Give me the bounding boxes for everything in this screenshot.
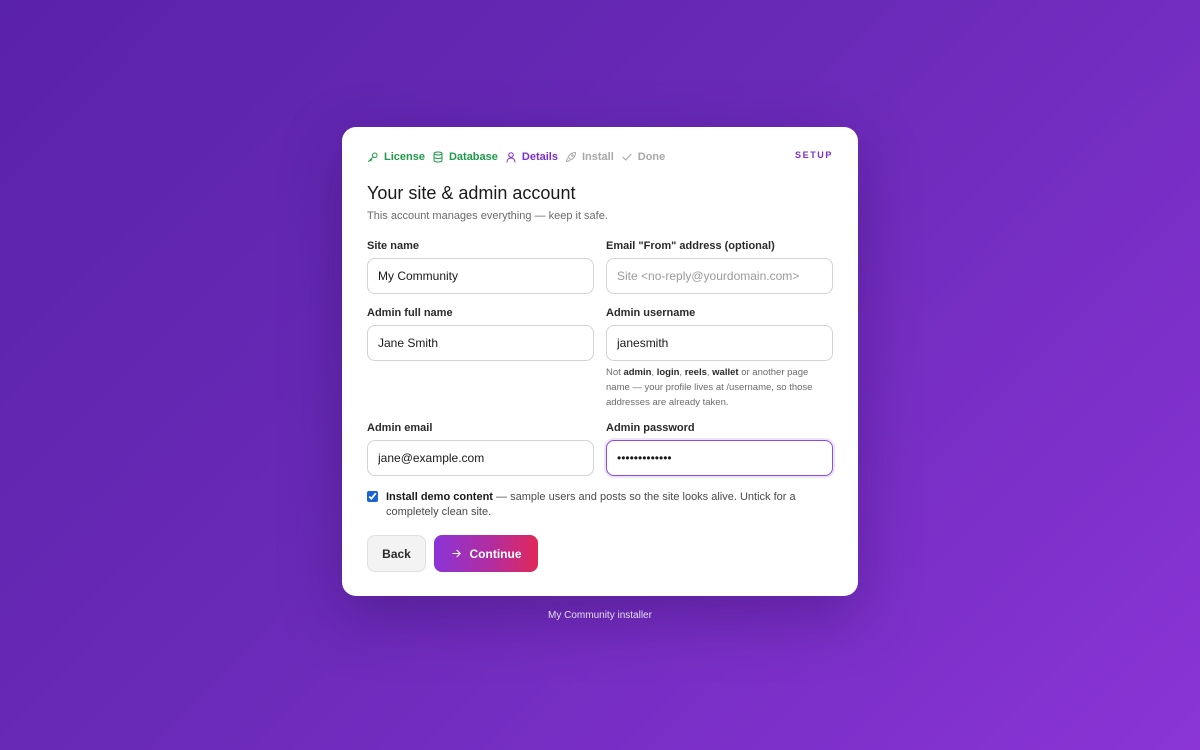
admin-full-name-input[interactable] (367, 325, 594, 361)
demo-content-checkbox[interactable] (367, 491, 378, 502)
continue-button[interactable]: Continue (434, 535, 538, 572)
admin-email-label: Admin email (367, 422, 433, 434)
admin-email-input[interactable] (367, 440, 594, 476)
step-label: License (384, 151, 425, 163)
key-icon (368, 152, 378, 162)
admin-password-label: Admin password (606, 422, 695, 434)
installer-card: License Database Details Install Done SE… (342, 127, 858, 596)
step-install: Install (565, 151, 614, 163)
admin-password-group: Admin password (606, 422, 833, 476)
step-label: Database (448, 151, 498, 163)
step-label: Done (637, 151, 666, 163)
site-name-group: Site name (367, 240, 594, 294)
admin-full-name-group: Admin full name (367, 307, 594, 361)
database-icon (433, 151, 443, 163)
step-database: Database (432, 151, 498, 163)
step-done: Done (621, 151, 666, 163)
step-license: License (367, 151, 425, 163)
continue-label: Continue (469, 546, 522, 561)
demo-content-text: Install demo content — sample users and … (386, 491, 796, 518)
email-from-input[interactable] (606, 258, 833, 294)
admin-username-input[interactable] (606, 325, 833, 361)
reserved-name: admin (623, 367, 652, 378)
admin-email-group: Admin email (367, 422, 594, 476)
step-label: Details (521, 151, 558, 163)
admin-username-group: Admin username Not admin, login, reels, … (606, 307, 833, 410)
email-from-group: Email "From" address (optional) (606, 240, 833, 294)
reserved-name: login (656, 367, 680, 378)
page-subtitle: This account manages everything — keep i… (367, 210, 608, 222)
arrow-right-icon (451, 549, 461, 558)
user-icon (506, 152, 516, 163)
email-from-label: Email "From" address (optional) (606, 240, 775, 252)
step-details: Details (505, 151, 558, 163)
reserved-name: wallet (712, 367, 739, 378)
back-button[interactable]: Back (367, 535, 426, 572)
admin-username-hint: Not admin, login, reels, wallet or anoth… (606, 367, 813, 408)
admin-full-name-label: Admin full name (367, 307, 453, 319)
demo-content-option: Install demo content — sample users and … (367, 490, 833, 520)
admin-password-input[interactable] (606, 440, 833, 476)
check-icon (622, 153, 632, 161)
site-name-label: Site name (367, 240, 419, 252)
setup-label: SETUP (794, 150, 833, 160)
stepper: License Database Details Install Done (367, 151, 672, 163)
footer-text: My Community installer (548, 610, 652, 621)
rocket-icon (565, 152, 576, 162)
page-title: Your site & admin account (367, 183, 576, 203)
step-label: Install (581, 151, 614, 163)
reserved-name: reels (684, 367, 707, 378)
site-name-input[interactable] (367, 258, 594, 294)
admin-username-label: Admin username (606, 307, 696, 319)
